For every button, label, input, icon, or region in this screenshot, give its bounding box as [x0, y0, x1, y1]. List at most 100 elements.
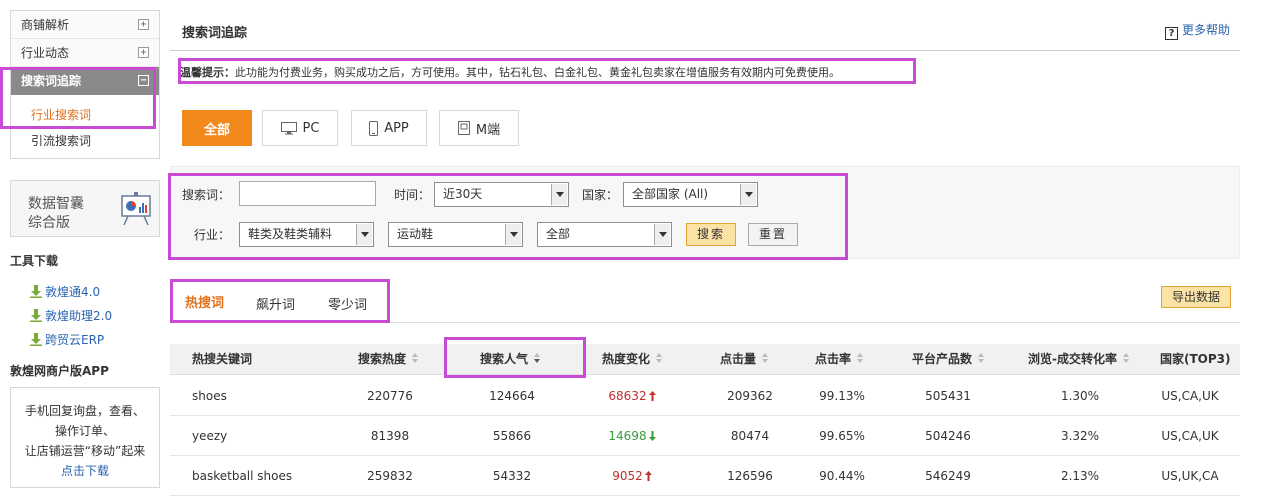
- arrow-down-icon: [648, 431, 656, 441]
- sidebar-item-keyword-tracking[interactable]: 搜索词追踪 −: [11, 67, 159, 95]
- sidebar-item-industry-trends[interactable]: 行业动态 +: [11, 39, 159, 67]
- column-header-popularity[interactable]: 搜索人气: [480, 344, 541, 375]
- cell-conversion: 1.30%: [1060, 389, 1100, 403]
- column-header-ctr[interactable]: 点击率: [815, 344, 864, 375]
- download-icon: [30, 309, 42, 322]
- sort-icon[interactable]: [978, 353, 985, 364]
- tool-label: 敦煌助理2.0: [45, 309, 113, 323]
- column-header-conversion[interactable]: 浏览-成交转化率: [1028, 344, 1130, 375]
- platform-mobile-web-button[interactable]: M端: [439, 110, 519, 146]
- cell-heat-change: 68632: [582, 376, 682, 416]
- cell-popularity: 54332: [492, 469, 532, 483]
- sidebar-subitem-traffic-keywords[interactable]: 引流搜索词: [31, 132, 91, 149]
- mobile-web-icon: [457, 121, 470, 135]
- industry-level3-value: 全部: [546, 227, 571, 241]
- dropdown-arrow-icon: [740, 184, 756, 205]
- cell-ctr: 99.13%: [819, 389, 865, 403]
- cell-products: 505431: [925, 389, 971, 403]
- help-label: 更多帮助: [1181, 23, 1230, 37]
- cell-country: US,CA,UK: [1161, 429, 1219, 443]
- sort-icon[interactable]: [412, 353, 419, 364]
- tool-label: 敦煌通4.0: [45, 285, 101, 299]
- industry-level2-value: 运动鞋: [397, 227, 434, 241]
- column-header-heat[interactable]: 搜索热度: [358, 344, 419, 375]
- time-select[interactable]: 近30天: [434, 182, 569, 207]
- search-button[interactable]: 搜索: [686, 223, 736, 246]
- column-header-products[interactable]: 平台产品数: [912, 344, 985, 375]
- dropdown-arrow-icon: [505, 224, 521, 245]
- platform-app-button[interactable]: APP: [351, 110, 427, 146]
- export-data-button[interactable]: 导出数据: [1161, 286, 1231, 308]
- expand-icon[interactable]: +: [138, 19, 149, 30]
- expand-icon[interactable]: +: [138, 47, 149, 58]
- cell-ctr: 99.65%: [819, 429, 865, 443]
- industry-level2-select[interactable]: 运动鞋: [388, 222, 523, 247]
- promo-line-1: 数据智囊: [28, 196, 84, 212]
- title-divider: [170, 50, 1240, 51]
- cell-clicks: 80474: [730, 429, 770, 443]
- tool-link-dhtong[interactable]: 敦煌通4.0: [30, 283, 100, 300]
- reset-button[interactable]: 重置: [748, 223, 798, 246]
- dropdown-arrow-icon: [654, 224, 670, 245]
- platform-all-button[interactable]: 全部: [182, 110, 252, 146]
- sort-icon[interactable]: [762, 353, 769, 364]
- data-advisor-banner[interactable]: 数据智囊 综合版: [10, 180, 160, 237]
- cell-heat: 81398: [370, 429, 410, 443]
- promo-line-2: 综合版: [28, 215, 70, 231]
- merchant-app-box: 手机回复询盘，查看、 操作订单、 让店铺运营“移动”起来 点击下载: [10, 387, 160, 488]
- sidebar-item-label: 商铺解析: [21, 18, 70, 32]
- column-header-keyword: 热搜关键词: [192, 352, 253, 366]
- tools-download-title: 工具下载: [10, 254, 59, 268]
- cell-ctr: 90.44%: [819, 469, 865, 483]
- sort-icon[interactable]: [656, 353, 663, 364]
- sort-icon[interactable]: [1122, 353, 1130, 364]
- sidebar-subitem-industry-keywords[interactable]: 行业搜索词: [31, 106, 91, 123]
- table-row[interactable]: basketball shoes 259832 54332 9052 12659…: [170, 456, 1240, 496]
- cell-heat-change: 14698: [582, 416, 682, 456]
- industry-label: 行业：: [194, 228, 231, 242]
- download-icon: [30, 333, 42, 346]
- page-title: 搜索词追踪: [182, 26, 248, 41]
- column-header-clicks[interactable]: 点击量: [720, 344, 769, 375]
- app-desc-line: 操作订单、: [54, 424, 115, 438]
- tab-rising-keywords[interactable]: 飙升词: [256, 294, 295, 313]
- cell-heat: 220776: [367, 389, 413, 403]
- arrow-up-icon: [648, 391, 656, 401]
- industry-level1-select[interactable]: 鞋类及鞋类辅料: [239, 222, 374, 247]
- tool-label: 跨贸云ERP: [45, 333, 105, 347]
- sidebar-item-shop-analysis[interactable]: 商铺解析 +: [11, 11, 159, 39]
- industry-level3-select[interactable]: 全部: [537, 222, 672, 247]
- tab-hot-keywords[interactable]: 热搜词: [185, 292, 224, 311]
- cell-country: US,CA,UK: [1161, 389, 1219, 403]
- tool-link-erp[interactable]: 跨贸云ERP: [30, 331, 104, 348]
- monitor-icon: [280, 121, 297, 134]
- sidebar: 商铺解析 + 行业动态 + 搜索词追踪 − 行业搜索词 引流搜索词 数据智囊 综…: [0, 0, 170, 497]
- cell-heat-change: 9052: [582, 456, 682, 496]
- tool-link-dh-assistant[interactable]: 敦煌助理2.0: [30, 307, 112, 324]
- keyword-input[interactable]: [239, 181, 376, 206]
- cell-popularity: 124664: [489, 389, 535, 403]
- table-row[interactable]: yeezy 81398 55866 14698 80474 99.65% 504…: [170, 416, 1240, 456]
- collapse-icon[interactable]: −: [138, 75, 149, 86]
- app-desc-line: 让店铺运营“移动”起来: [24, 444, 146, 458]
- cell-conversion: 3.32%: [1060, 429, 1100, 443]
- cell-conversion: 2.13%: [1060, 469, 1100, 483]
- sidebar-menu: 商铺解析 + 行业动态 + 搜索词追踪 − 行业搜索词 引流搜索词: [10, 10, 160, 159]
- more-help-link[interactable]: ? 更多帮助: [1164, 21, 1230, 40]
- cell-heat: 259832: [367, 469, 413, 483]
- cell-keyword: yeezy: [192, 429, 228, 443]
- tab-rare-keywords[interactable]: 零少词: [328, 294, 367, 313]
- app-download-link[interactable]: 点击下载: [11, 462, 159, 479]
- sort-desc-icon[interactable]: [534, 353, 541, 364]
- column-header-country: 国家(TOP3): [1160, 352, 1231, 366]
- country-select[interactable]: 全部国家 (All): [623, 182, 758, 207]
- cell-keyword: basketball shoes: [192, 469, 293, 483]
- platform-label: 全部: [203, 122, 230, 138]
- table-row[interactable]: shoes 220776 124664 68632 209362 99.13% …: [170, 376, 1240, 416]
- column-header-heat-change[interactable]: 热度变化: [602, 344, 663, 375]
- country-label: 国家：: [582, 188, 619, 202]
- time-select-value: 近30天: [443, 187, 483, 201]
- sort-icon[interactable]: [857, 353, 864, 364]
- cell-country: US,UK,CA: [1161, 469, 1219, 483]
- platform-pc-button[interactable]: PC: [262, 110, 338, 146]
